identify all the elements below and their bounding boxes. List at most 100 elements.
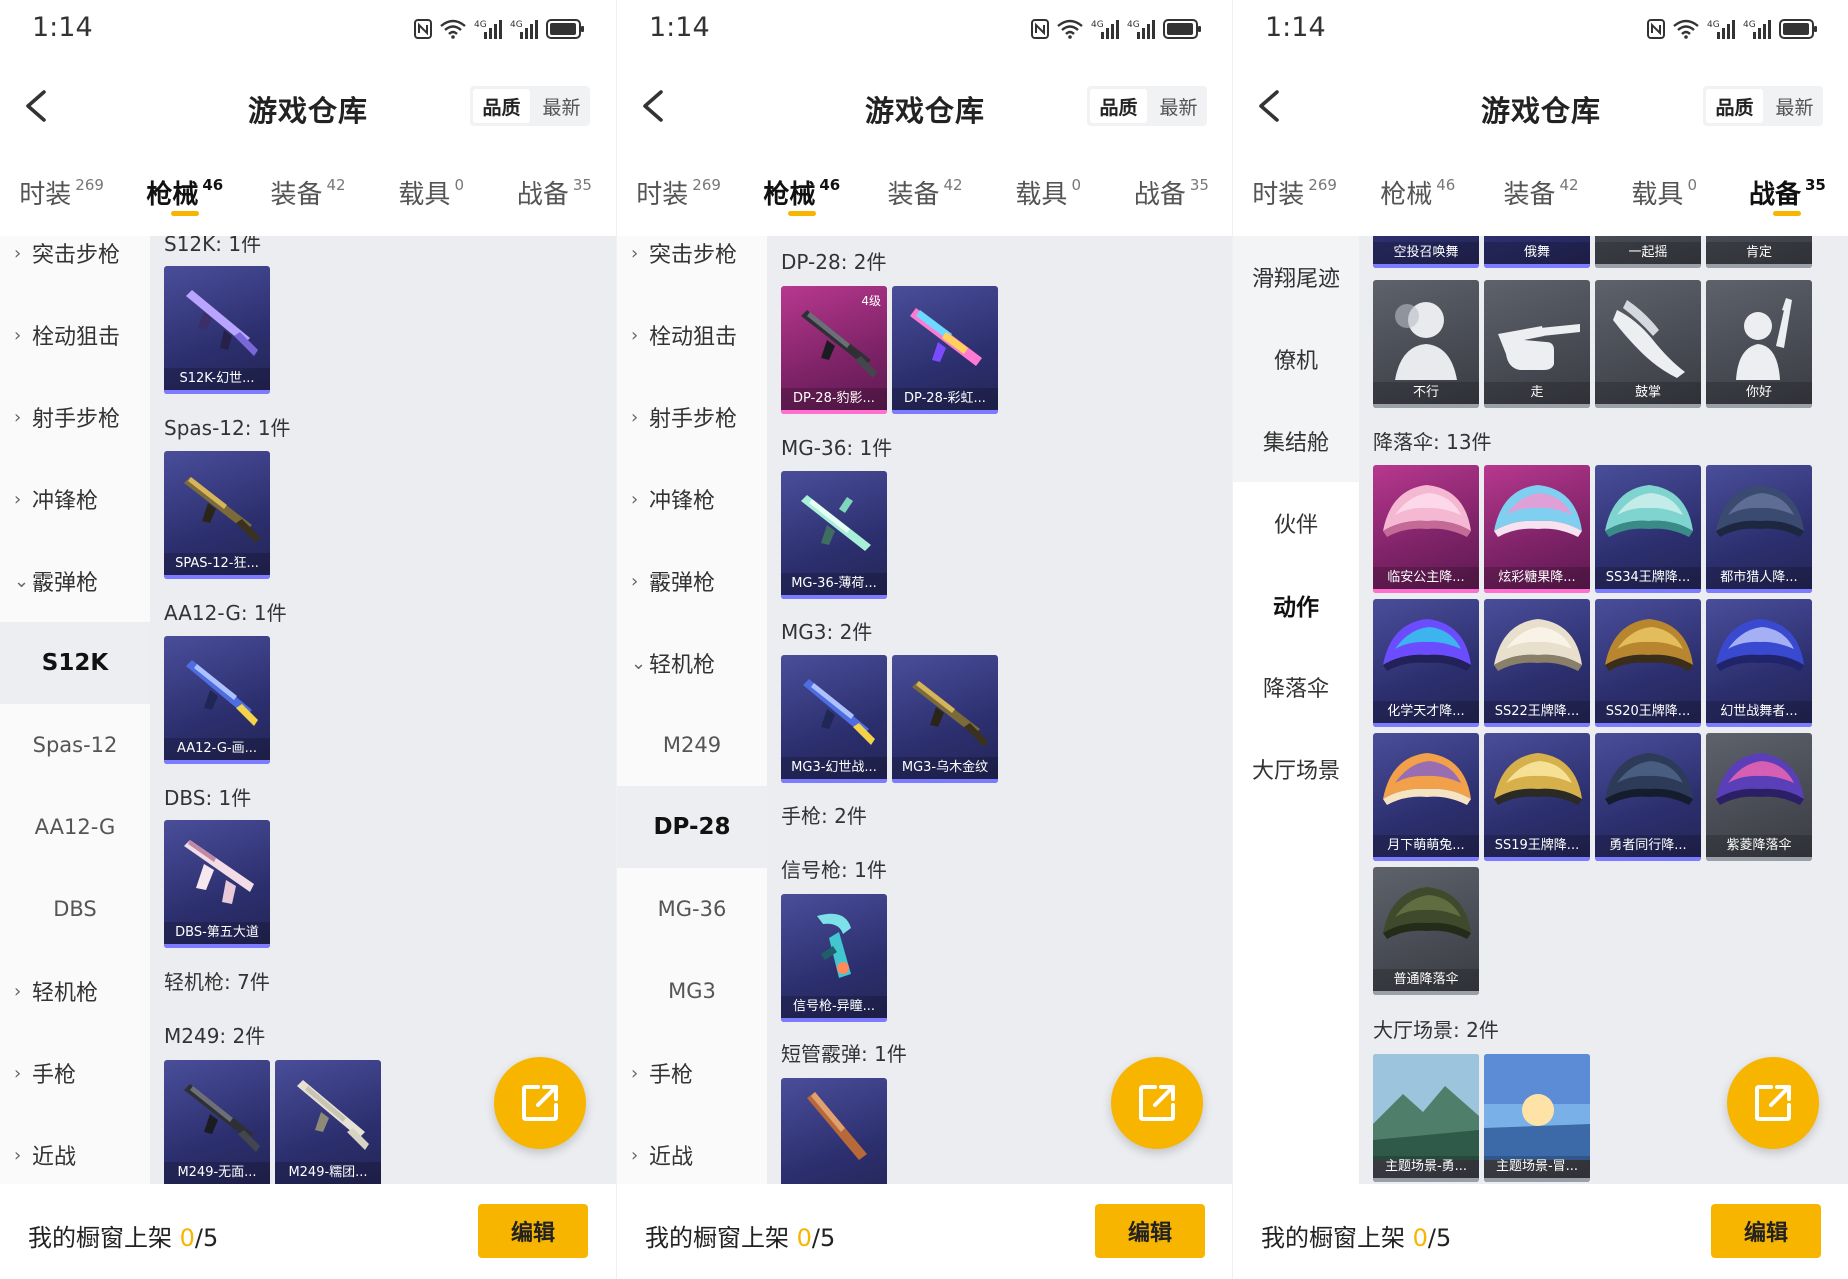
side-item[interactable]: › 射手步枪 — [617, 376, 767, 458]
item-card[interactable]: AA12-G-画... — [164, 636, 270, 764]
edit-button[interactable]: 编辑 — [478, 1204, 588, 1258]
item-card[interactable]: 鼓掌 — [1595, 280, 1701, 408]
signal-4g-icon-2: 4G — [1127, 20, 1155, 39]
sort-quality-button[interactable]: 品质 — [1706, 89, 1763, 123]
tab-0[interactable]: 时装 269 — [0, 154, 123, 236]
sort-newest-button[interactable]: 最新 — [1150, 86, 1207, 126]
side-item[interactable]: › 霰弹枪 — [617, 540, 767, 622]
group-heading: 轻机枪: 7件 — [164, 970, 270, 994]
side-item[interactable]: › 手枪 — [0, 1032, 150, 1114]
item-card[interactable]: 一起摇 — [1595, 236, 1701, 268]
side-item[interactable]: › 突击步枪 — [617, 236, 767, 294]
tab-2[interactable]: 装备 42 — [1479, 154, 1602, 236]
item-card[interactable]: 都市猎人降... — [1706, 465, 1812, 593]
tab-2[interactable]: 装备 42 — [863, 154, 986, 236]
side-item[interactable]: DP-28 — [617, 786, 767, 868]
side-item[interactable]: M249 — [617, 704, 767, 786]
side-item[interactable]: MG3 — [617, 950, 767, 1032]
side-item[interactable]: › 栓动狙击 — [0, 294, 150, 376]
sort-newest-button[interactable]: 最新 — [533, 86, 590, 126]
sort-quality-button[interactable]: 品质 — [473, 89, 530, 123]
item-card[interactable]: 主题场景-勇... — [1373, 1054, 1479, 1182]
item-card[interactable]: 普通降落伞 — [1373, 867, 1479, 995]
item-card[interactable]: 幻世战舞者... — [1706, 599, 1812, 727]
item-card[interactable]: M249-无面... — [164, 1060, 270, 1184]
share-button[interactable] — [1111, 1057, 1203, 1149]
item-image — [1605, 619, 1693, 671]
tab-1[interactable]: 枪械 46 — [123, 154, 246, 236]
item-card[interactable]: SS19王牌降... — [1484, 733, 1590, 861]
side-item[interactable]: ⌄ 霰弹枪 — [0, 540, 150, 622]
item-card[interactable]: M249-糯团... — [275, 1060, 381, 1184]
side-item[interactable]: › 近战 — [617, 1114, 767, 1184]
tab-1[interactable]: 枪械 46 — [1356, 154, 1479, 236]
edit-button[interactable]: 编辑 — [1711, 1204, 1821, 1258]
item-card[interactable]: 不行 — [1373, 280, 1479, 408]
tab-count: 269 — [692, 176, 721, 194]
item-card[interactable]: MG3-幻世战... — [781, 655, 887, 783]
side-item[interactable]: Spas-12 — [0, 704, 150, 786]
item-card[interactable]: 化学天才降... — [1373, 599, 1479, 727]
item-card[interactable]: 月下萌萌兔... — [1373, 733, 1479, 861]
item-card[interactable]: S12K-幻世... — [164, 266, 270, 394]
item-card[interactable] — [781, 1078, 887, 1184]
tab-4[interactable]: 战备 35 — [493, 154, 616, 236]
side-item[interactable]: › 射手步枪 — [0, 376, 150, 458]
side-item[interactable]: › 突击步枪 — [0, 236, 150, 294]
share-button[interactable] — [494, 1057, 586, 1149]
item-card[interactable]: SPAS-12-狂... — [164, 451, 270, 579]
side-item[interactable]: 降落伞 — [1233, 646, 1359, 728]
side-item[interactable]: 僚机 — [1233, 318, 1359, 400]
sort-newest-button[interactable]: 最新 — [1766, 86, 1823, 126]
side-item[interactable]: 动作 — [1233, 564, 1359, 646]
side-item[interactable]: › 近战 — [0, 1114, 150, 1184]
chevron-down-icon: ⌄ — [14, 570, 30, 592]
side-item[interactable]: AA12-G — [0, 786, 150, 868]
item-card[interactable]: 勇者同行降... — [1595, 733, 1701, 861]
share-button[interactable] — [1727, 1057, 1819, 1149]
tab-3[interactable]: 载具 0 — [987, 154, 1110, 236]
item-card[interactable]: SS20王牌降... — [1595, 599, 1701, 727]
tab-2[interactable]: 装备 42 — [246, 154, 369, 236]
item-card[interactable]: MG3-乌木金纹 — [892, 655, 998, 783]
item-card[interactable]: 肯定 — [1706, 236, 1812, 268]
tab-3[interactable]: 载具 0 — [370, 154, 493, 236]
side-item[interactable]: ⌄ 轻机枪 — [617, 622, 767, 704]
item-card[interactable]: MG-36-薄荷... — [781, 471, 887, 599]
item-card[interactable]: SS22王牌降... — [1484, 599, 1590, 727]
item-card[interactable]: 主题场景-冒... — [1484, 1054, 1590, 1182]
item-card[interactable]: 俄舞 — [1484, 236, 1590, 268]
item-card[interactable]: SS34王牌降... — [1595, 465, 1701, 593]
side-item[interactable]: › 冲锋枪 — [617, 458, 767, 540]
tab-4[interactable]: 战备 35 — [1110, 154, 1232, 236]
item-card[interactable]: 走 — [1484, 280, 1590, 408]
item-card[interactable]: DBS-第五大道 — [164, 820, 270, 948]
tab-0[interactable]: 时装 269 — [617, 154, 740, 236]
item-card[interactable]: 炫彩糖果降... — [1484, 465, 1590, 593]
side-item[interactable]: S12K — [0, 622, 150, 704]
signal-4g-icon-2: 4G — [510, 20, 538, 39]
side-item[interactable]: MG-36 — [617, 868, 767, 950]
side-item[interactable]: 伙伴 — [1233, 482, 1359, 564]
edit-button[interactable]: 编辑 — [1095, 1204, 1205, 1258]
item-card[interactable]: 紫菱降落伞 — [1706, 733, 1812, 861]
item-card[interactable]: 你好 — [1706, 280, 1812, 408]
side-item[interactable]: DBS — [0, 868, 150, 950]
sort-quality-button[interactable]: 品质 — [1090, 89, 1147, 123]
item-card[interactable]: 临安公主降... — [1373, 465, 1479, 593]
tab-1[interactable]: 枪械 46 — [740, 154, 863, 236]
side-item[interactable]: 大厅场景 — [1233, 728, 1359, 810]
side-item[interactable]: › 手枪 — [617, 1032, 767, 1114]
tab-0[interactable]: 时装 269 — [1233, 154, 1356, 236]
item-card[interactable]: 4级 DP-28-豹影... — [781, 286, 887, 414]
item-card[interactable]: DP-28-彩虹... — [892, 286, 998, 414]
side-item[interactable]: › 栓动狙击 — [617, 294, 767, 376]
side-item[interactable]: › 轻机枪 — [0, 950, 150, 1032]
tab-4[interactable]: 战备 35 — [1726, 154, 1848, 236]
side-item[interactable]: 集结舱 — [1233, 400, 1359, 482]
item-card[interactable]: 空投召唤舞 — [1373, 236, 1479, 268]
tab-3[interactable]: 载具 0 — [1603, 154, 1726, 236]
item-card[interactable]: 信号枪-异瞳... — [781, 894, 887, 1022]
side-item[interactable]: › 冲锋枪 — [0, 458, 150, 540]
side-item[interactable]: 滑翔尾迹 — [1233, 236, 1359, 318]
